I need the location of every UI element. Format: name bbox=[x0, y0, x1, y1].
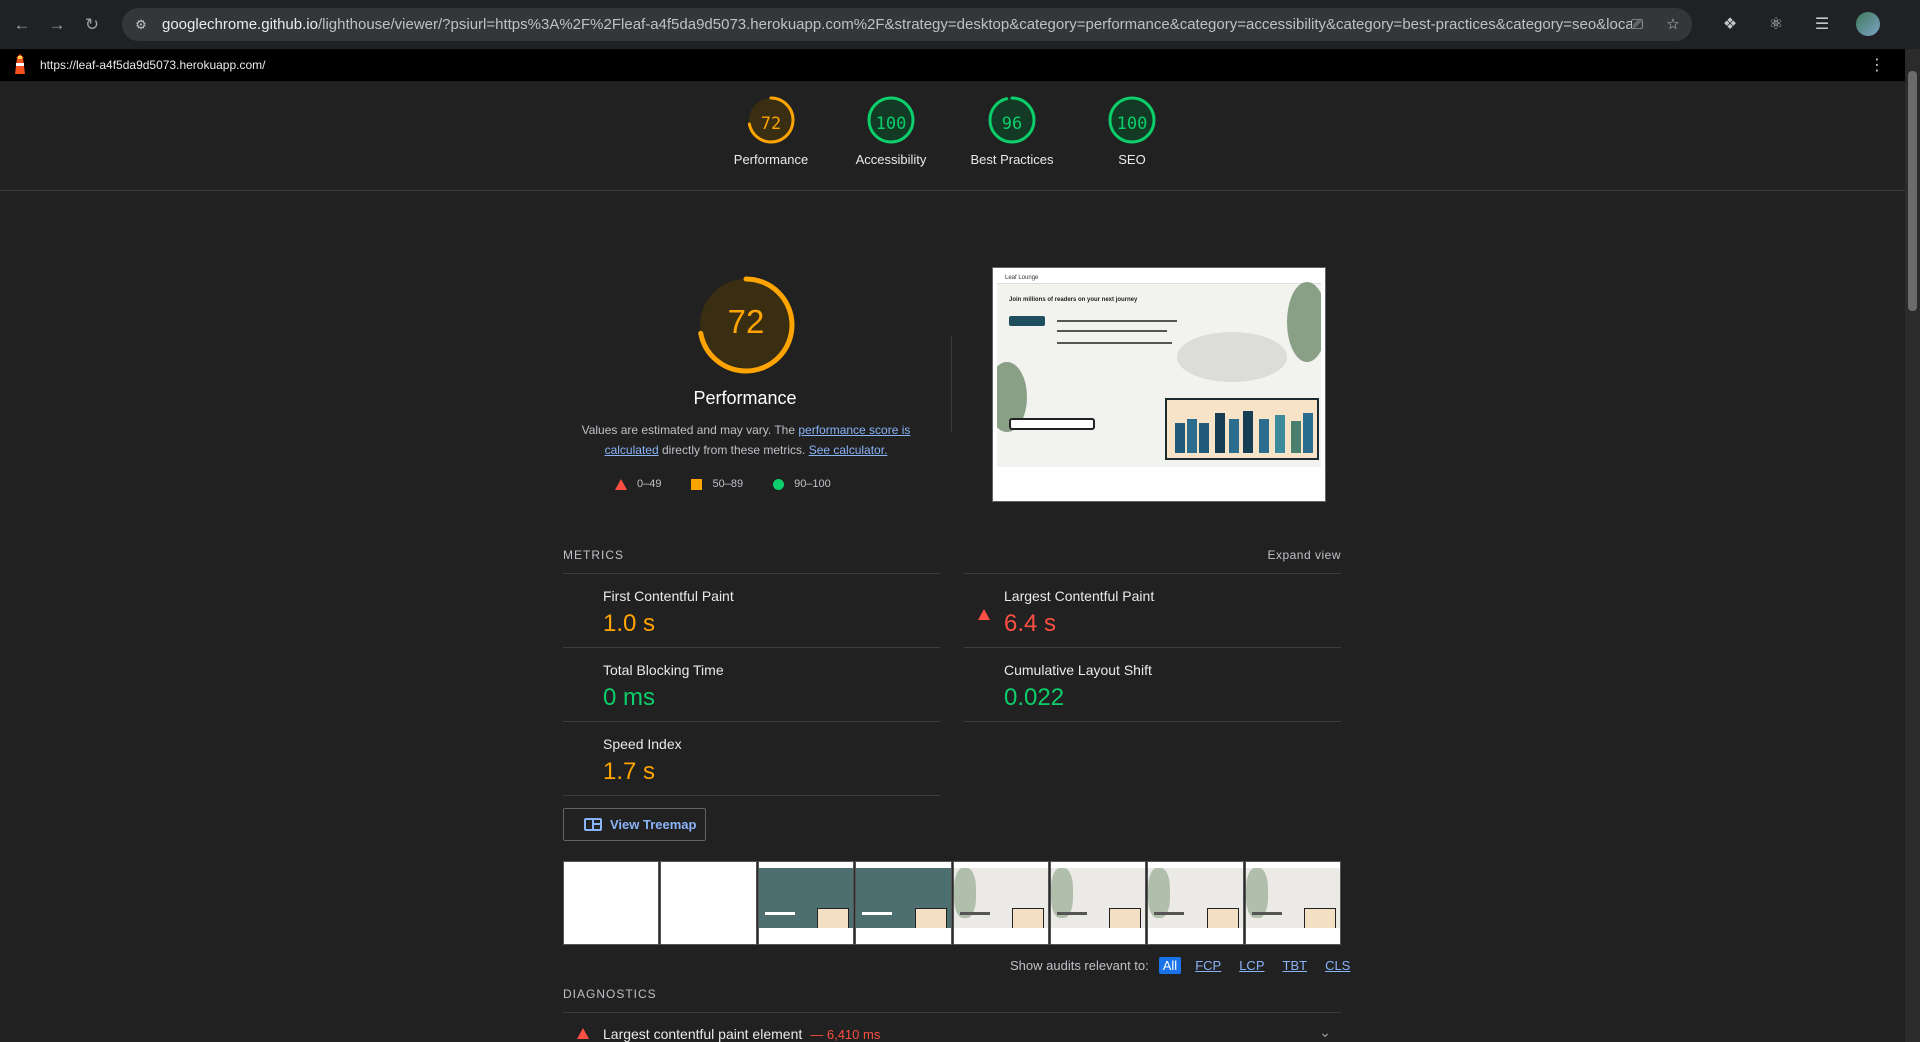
metric-value: 0 ms bbox=[603, 684, 656, 711]
back-icon[interactable]: ← bbox=[10, 13, 34, 37]
performance-score: 72 bbox=[727, 303, 765, 340]
gauge-seo[interactable]: 100 SEO bbox=[1072, 95, 1192, 167]
filter-chip-fcp[interactable]: FCP bbox=[1191, 957, 1225, 974]
performance-description: Values are estimated and may vary. The p… bbox=[581, 423, 911, 457]
filter-chip-cls[interactable]: CLS bbox=[1321, 957, 1354, 974]
expand-view-button[interactable]: Expand view bbox=[1267, 548, 1341, 562]
divider bbox=[563, 795, 940, 796]
gauge-accessibility[interactable]: 100 Accessibility bbox=[831, 95, 951, 167]
filter-chip-tbt[interactable]: TBT bbox=[1279, 957, 1312, 974]
audit-filter-label: Show audits relevant to: bbox=[1010, 958, 1149, 973]
chevron-down-icon[interactable]: ⌄ bbox=[1319, 1024, 1331, 1041]
triangle-icon bbox=[978, 592, 990, 620]
metric-value: 6.4 s bbox=[1004, 610, 1057, 637]
lighthouse-topbar: https://leaf-a4f5da9d5073.herokuapp.com/… bbox=[0, 49, 1905, 81]
treemap-icon bbox=[584, 818, 602, 831]
gauge-score: 72 bbox=[760, 114, 782, 134]
reload-icon[interactable]: ↻ bbox=[80, 13, 104, 37]
filmstrip-frame bbox=[1049, 861, 1147, 945]
view-treemap-button[interactable]: View Treemap bbox=[563, 808, 706, 841]
metric-value: 1.0 s bbox=[603, 610, 656, 637]
circle-icon bbox=[773, 478, 785, 490]
filmstrip-frame bbox=[660, 861, 757, 945]
filmstrip-frame bbox=[1244, 861, 1341, 945]
url-text[interactable]: googlechrome.github.io/lighthouse/viewer… bbox=[162, 16, 1632, 33]
performance-title: Performance bbox=[693, 388, 797, 408]
performance-icon[interactable]: ⚛ bbox=[1764, 12, 1788, 36]
extensions-icon[interactable]: ❖ bbox=[1718, 12, 1742, 36]
metric-name: Largest Contentful Paint bbox=[1004, 588, 1155, 604]
gauge-best-practices[interactable]: 96 Best Practices bbox=[952, 95, 1072, 167]
filmstrip-frame bbox=[1147, 861, 1244, 945]
address-bar[interactable]: ⚙ googlechrome.github.io/lighthouse/view… bbox=[122, 8, 1692, 41]
install-app-icon[interactable]: ⎚ bbox=[1626, 13, 1648, 35]
metric-cumulative-layout-shift: Cumulative Layout Shift 0.022 bbox=[964, 647, 1341, 721]
screenshot-headline: Join millions of readers on your next jo… bbox=[1009, 297, 1138, 303]
screenshot-footer bbox=[997, 467, 1321, 497]
legend-fail: 0–49 bbox=[615, 478, 661, 490]
final-screenshot[interactable]: Leaf Lounge Join millions of readers on … bbox=[992, 267, 1326, 502]
bookmark-star-icon[interactable]: ☆ bbox=[1662, 13, 1684, 35]
triangle-icon bbox=[577, 1028, 589, 1039]
metric-value: 1.7 s bbox=[603, 758, 656, 785]
gauge-label: Best Practices bbox=[970, 152, 1054, 167]
media-controls-icon[interactable]: ☰ bbox=[1810, 12, 1834, 36]
metric-first-contentful-paint: First Contentful Paint 1.0 s bbox=[563, 573, 940, 647]
diagnostics-heading: DIAGNOSTICS bbox=[563, 987, 657, 1001]
category-gauges: 72 Performance 100 Accessibility 96 Best Prac… bbox=[0, 81, 1905, 191]
diagnostic-item[interactable]: Largest contentful paint element — 6,410 … bbox=[563, 1024, 1341, 1042]
metric-value: 0.022 bbox=[1004, 684, 1065, 711]
filter-chip-all[interactable]: All bbox=[1158, 957, 1182, 974]
square-icon bbox=[691, 478, 703, 490]
audit-filter: Show audits relevant to: All FCP LCP TBT… bbox=[1010, 957, 1354, 974]
gauge-score: 100 bbox=[1116, 114, 1148, 134]
divider bbox=[964, 721, 1341, 722]
kebab-menu-icon[interactable]: ⋮ bbox=[1869, 55, 1885, 75]
site-info-icon[interactable]: ⚙ bbox=[130, 14, 152, 36]
metric-name: Speed Index bbox=[603, 736, 682, 752]
metric-total-blocking-time: Total Blocking Time 0 ms bbox=[563, 647, 940, 721]
gauge-label: Accessibility bbox=[855, 152, 927, 167]
filter-chip-lcp[interactable]: LCP bbox=[1235, 957, 1268, 974]
metric-largest-contentful-paint: Largest Contentful Paint 6.4 s bbox=[964, 573, 1341, 647]
filmstrip-frame bbox=[757, 861, 855, 945]
screenshot-login-button bbox=[1009, 316, 1045, 326]
metric-name: First Contentful Paint bbox=[603, 588, 734, 604]
metric-name: Total Blocking Time bbox=[603, 662, 724, 678]
legend-pass: 90–100 bbox=[773, 478, 831, 490]
lighthouse-logo-icon bbox=[12, 54, 28, 76]
profile-avatar[interactable] bbox=[1856, 12, 1880, 36]
divider bbox=[563, 1012, 1341, 1013]
divider bbox=[951, 336, 952, 432]
legend-average: 50–89 bbox=[691, 478, 743, 490]
metric-name: Cumulative Layout Shift bbox=[1004, 662, 1152, 678]
scroll-thumb[interactable] bbox=[1908, 71, 1917, 311]
score-legend: 0–49 50–89 90–100 bbox=[615, 478, 915, 490]
gauge-performance[interactable]: 72 Performance bbox=[711, 95, 831, 167]
metrics-heading: METRICS Expand view bbox=[563, 548, 1341, 562]
screenshot-nav: Leaf Lounge bbox=[997, 272, 1321, 284]
see-calculator-link[interactable]: See calculator. bbox=[809, 443, 888, 457]
forward-icon[interactable]: → bbox=[45, 13, 69, 37]
page-scrollbar[interactable] bbox=[1905, 49, 1920, 1042]
gauge-label: Performance bbox=[733, 152, 809, 167]
filmstrip-frame bbox=[952, 861, 1049, 945]
report-url[interactable]: https://leaf-a4f5da9d5073.herokuapp.com/ bbox=[40, 58, 266, 72]
screenshot-bookshelf bbox=[1165, 398, 1319, 460]
gauge-label: SEO bbox=[1118, 152, 1146, 167]
browser-toolbar: ← → ↻ ⚙ googlechrome.github.io/lighthous… bbox=[0, 0, 1920, 49]
filmstrip-frame bbox=[563, 861, 660, 945]
gauge-score: 100 bbox=[875, 114, 907, 134]
gauge-score: 96 bbox=[1001, 114, 1023, 134]
screenshot-search bbox=[1009, 418, 1095, 430]
triangle-icon bbox=[615, 478, 627, 490]
filmstrip-frame bbox=[855, 861, 952, 945]
metric-speed-index: Speed Index 1.7 s bbox=[563, 721, 940, 795]
filmstrip bbox=[563, 861, 1341, 945]
